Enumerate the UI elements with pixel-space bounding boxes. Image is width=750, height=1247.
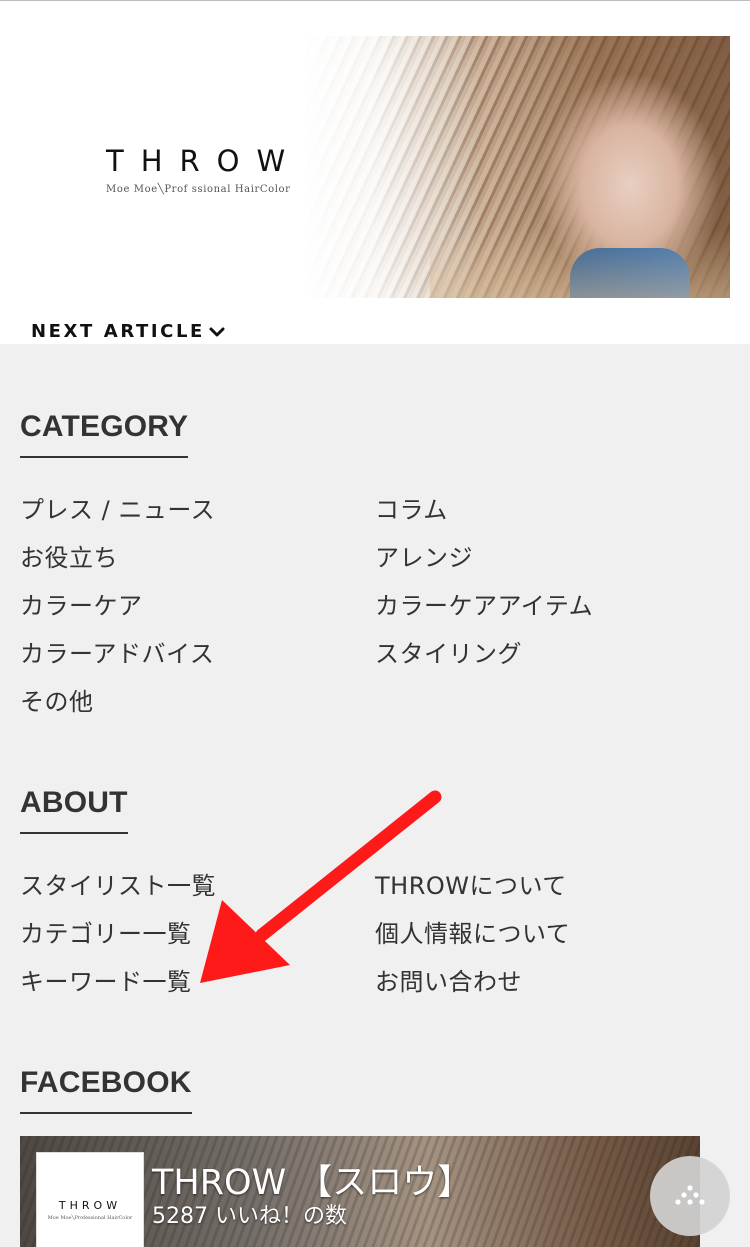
thumbnail-brand-tagline: Moe Moe╲Professional HairColor — [47, 1215, 133, 1221]
facebook-page-thumbnail[interactable]: THROW Moe Moe╲Professional HairColor — [36, 1152, 144, 1247]
thumbnail-brand-name: THROW — [58, 1199, 122, 1212]
facebook-heading: FACEBOOK — [20, 1066, 192, 1114]
floating-menu-button[interactable] — [650, 1156, 730, 1236]
facebook-page-widget[interactable]: THROW Moe Moe╲Professional HairColor THR… — [20, 1136, 700, 1247]
facebook-likes-count: 5287 いいね！の数 — [152, 1204, 347, 1229]
dots-triangle-icon — [675, 1185, 705, 1205]
annotation-arrow — [200, 790, 442, 983]
